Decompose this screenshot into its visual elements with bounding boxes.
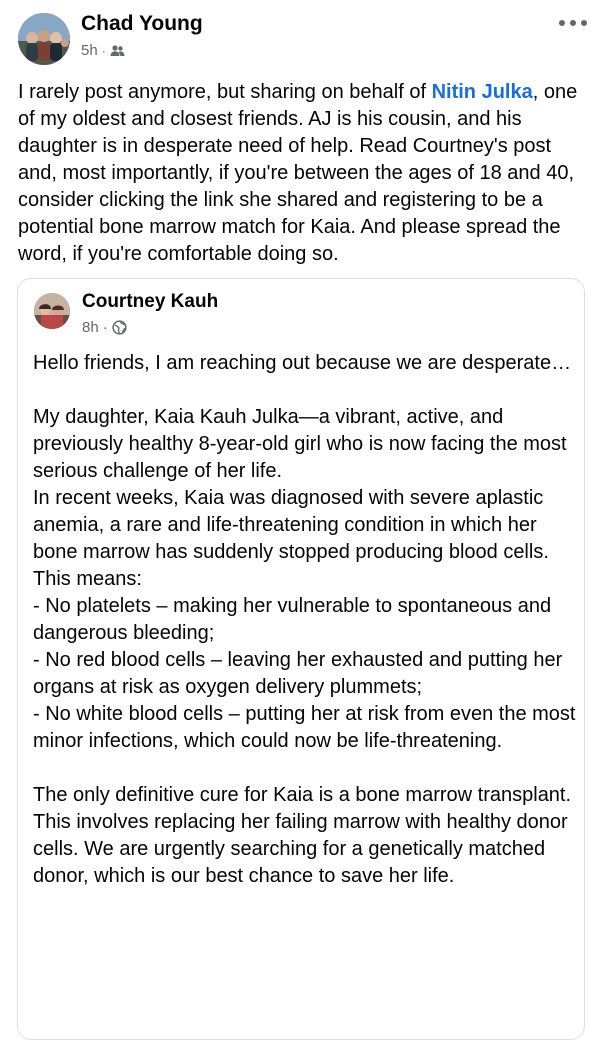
post-meta: 5h ·	[81, 42, 125, 59]
profile-photo	[18, 13, 70, 65]
mention-link[interactable]: Nitin Julka	[432, 81, 533, 103]
shared-post-meta: 8h ·	[82, 319, 127, 336]
shared-post-time[interactable]: 8h	[82, 319, 99, 336]
shared-paragraph: In recent weeks, Kaia was diagnosed with…	[33, 487, 549, 563]
shared-paragraph: My daughter, Kaia Kauh Julka—a vibrant, …	[33, 406, 567, 482]
shared-paragraph: - No red blood cells – leaving her exhau…	[33, 649, 563, 698]
author-name[interactable]: Chad Young	[81, 12, 203, 36]
profile-photo	[34, 293, 70, 329]
shared-paragraph: Hello friends, I am reaching out because…	[33, 352, 572, 374]
friends-icon[interactable]	[110, 44, 125, 57]
meta-separator: ·	[102, 319, 108, 336]
shared-post-body: Hello friends, I am reaching out because…	[33, 350, 578, 890]
shared-paragraph: - No white blood cells – putting her at …	[33, 703, 576, 752]
shared-author-name[interactable]: Courtney Kauh	[82, 291, 218, 313]
post-header: Chad Young 5h ·	[0, 0, 601, 70]
shared-paragraph: The only definitive cure for Kaia is a b…	[33, 784, 572, 887]
post-text-end: , one of my oldest and closest friends. …	[18, 81, 578, 265]
shared-paragraph: - No platelets – making her vulnerable t…	[33, 595, 552, 644]
shared-author-avatar[interactable]	[34, 293, 70, 329]
avatar[interactable]	[18, 13, 70, 65]
post-body: I rarely post anymore, but sharing on be…	[18, 79, 588, 268]
more-options-icon[interactable]	[559, 16, 587, 30]
facebook-post: Chad Young 5h · I rarely post anymore, b…	[0, 0, 601, 1040]
shared-post[interactable]: Courtney Kauh 8h · Hello friends, I am r…	[17, 278, 585, 1040]
post-text-start: I rarely post anymore, but sharing on be…	[18, 81, 432, 103]
shared-paragraph: This means:	[33, 568, 142, 590]
post-time[interactable]: 5h	[81, 42, 98, 59]
globe-icon[interactable]	[112, 320, 127, 335]
meta-separator: ·	[101, 43, 106, 58]
